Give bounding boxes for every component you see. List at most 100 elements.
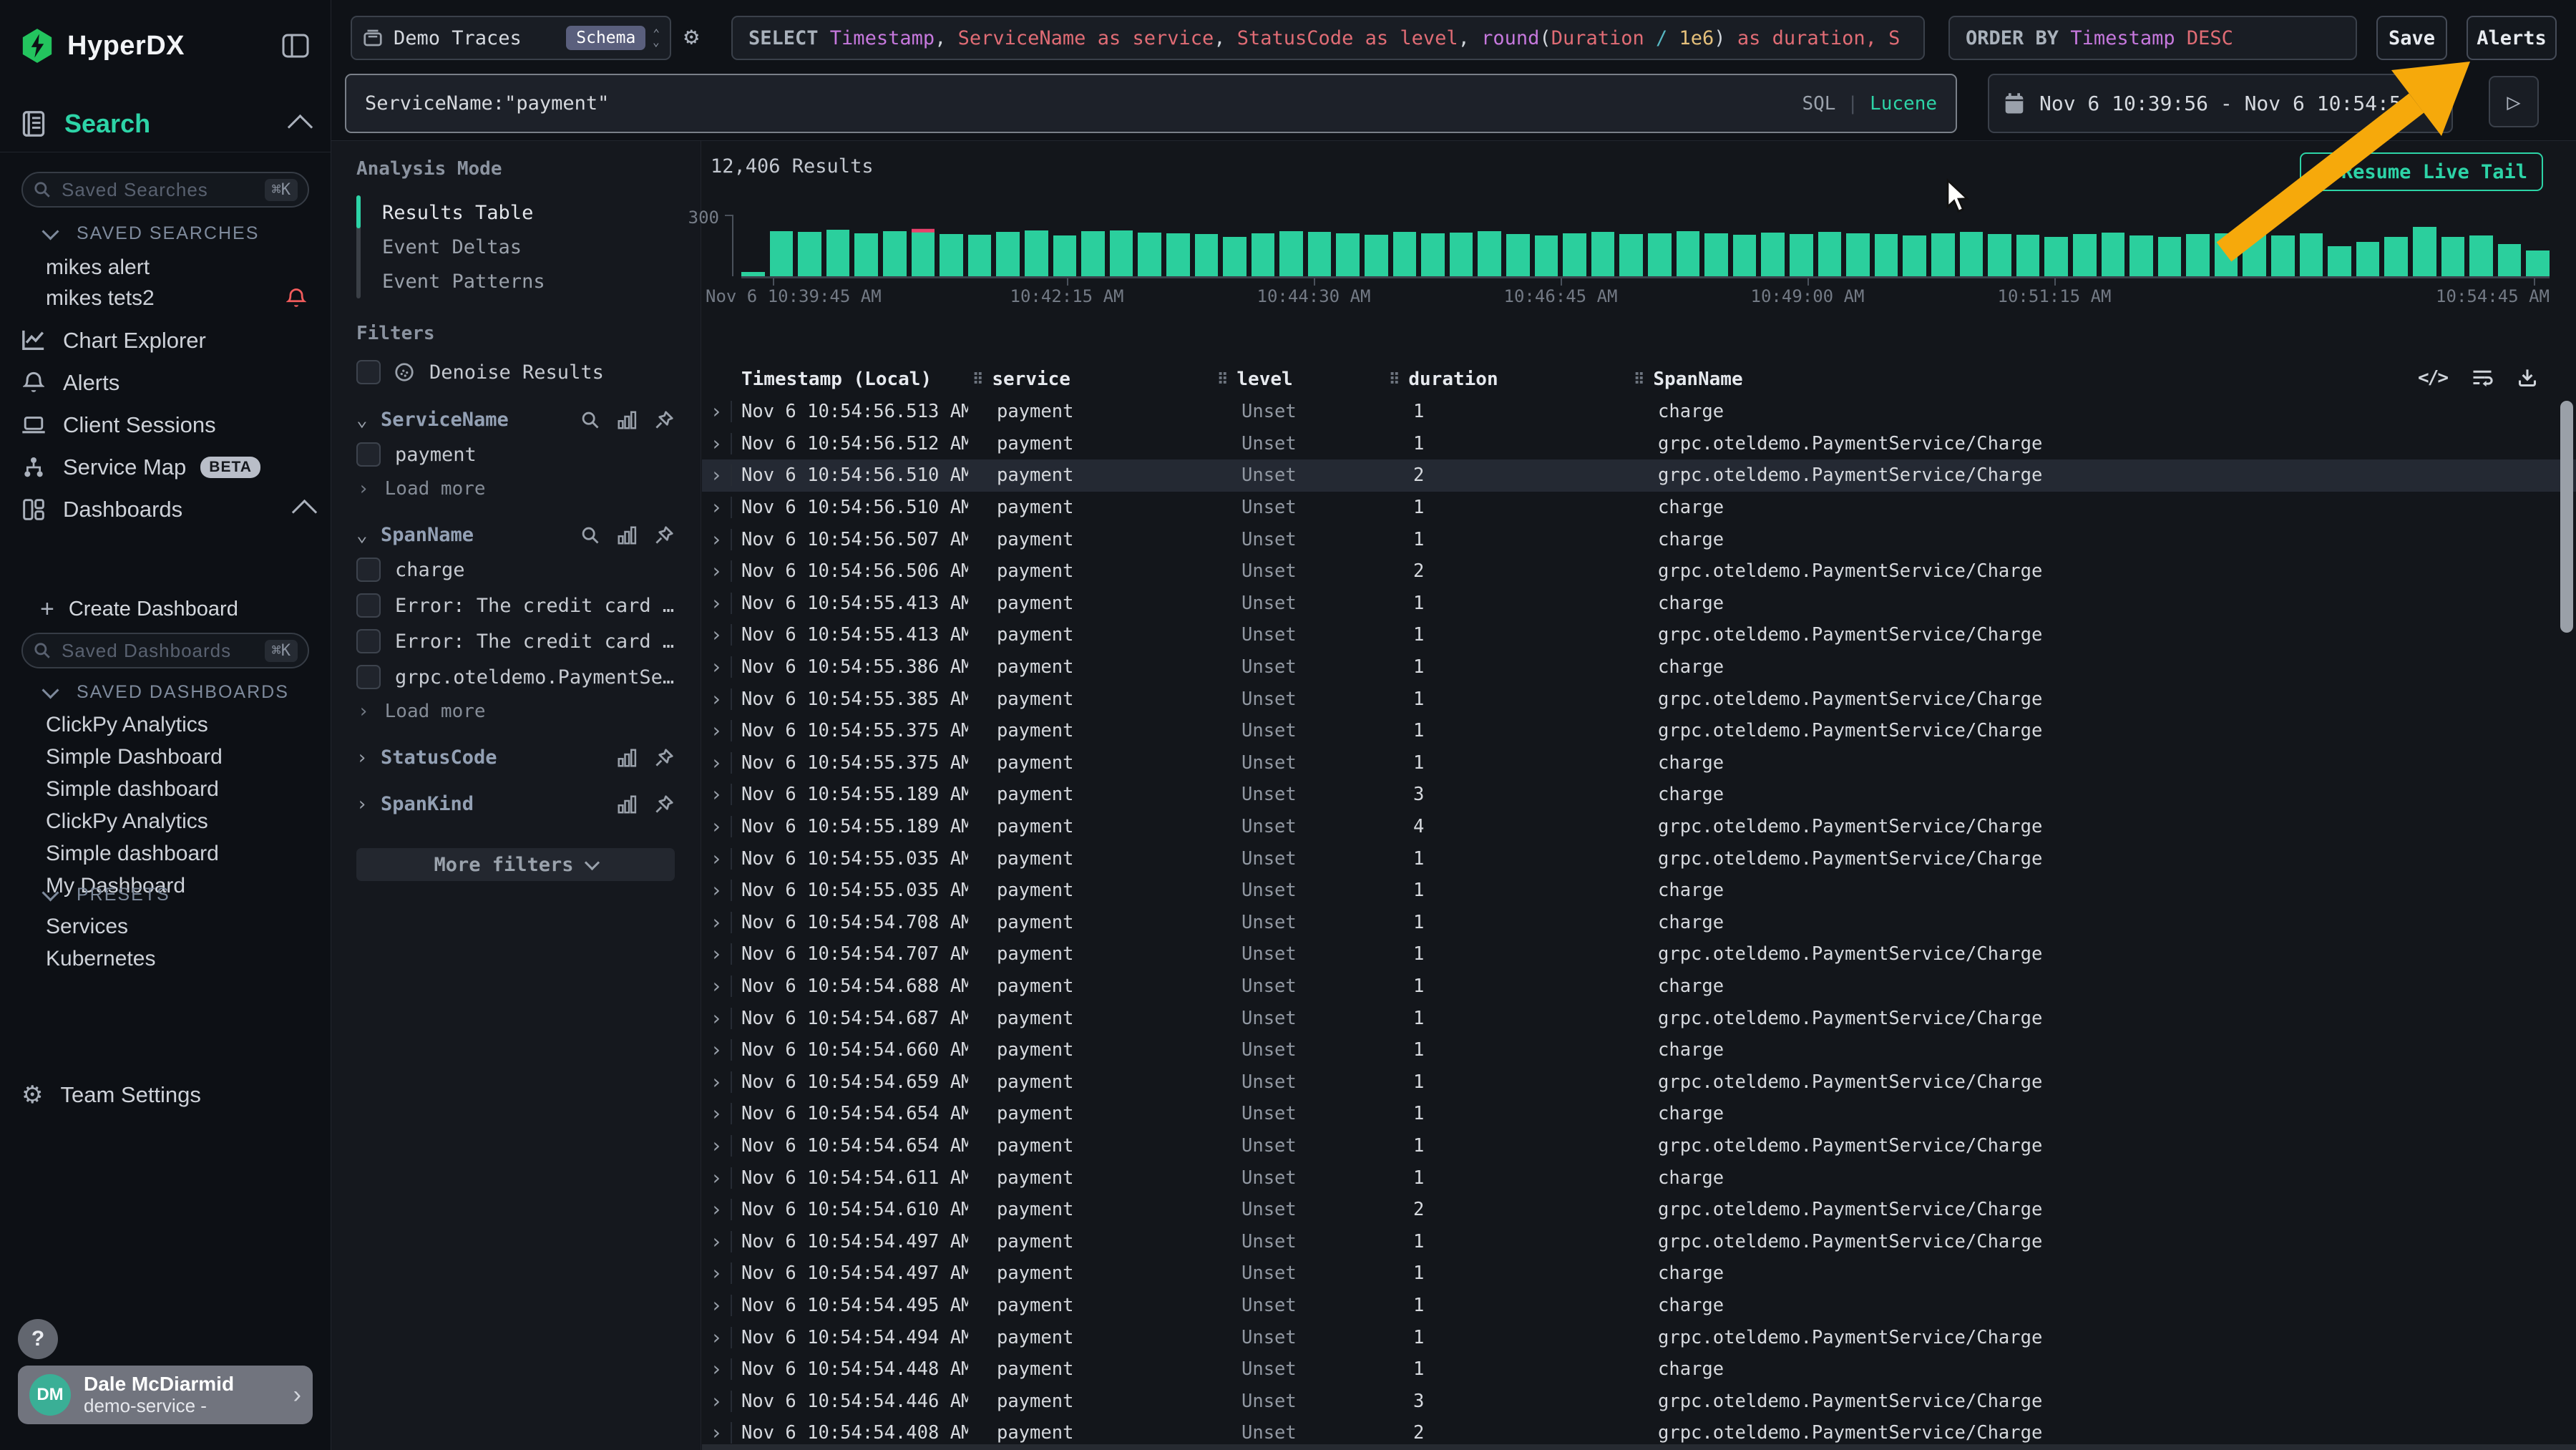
- table-row[interactable]: ›Nov 6 10:54:56.506 AMpaymentUnset2grpc.…: [702, 555, 2576, 588]
- preset-item[interactable]: Services: [46, 910, 316, 943]
- analysis-mode-event-patterns[interactable]: Event Patterns: [382, 264, 545, 298]
- histogram-bar[interactable]: [2129, 235, 2153, 276]
- search-query-input[interactable]: ServiceName:"payment" SQL | Lucene: [345, 74, 1957, 133]
- table-row[interactable]: ›Nov 6 10:54:55.386 AMpaymentUnset1charg…: [702, 651, 2576, 683]
- histogram-bar[interactable]: [2498, 244, 2522, 276]
- row-expand-chevron[interactable]: ›: [702, 464, 732, 486]
- date-range-picker[interactable]: Nov 6 10:39:56 - Nov 6 10:54:56: [1988, 74, 2453, 133]
- histogram-bar[interactable]: [1903, 235, 1926, 276]
- histogram-bar[interactable]: [912, 232, 935, 276]
- create-dashboard-button[interactable]: + Create Dashboard: [40, 595, 238, 623]
- checkbox[interactable]: [356, 558, 381, 582]
- checkbox[interactable]: [356, 593, 381, 618]
- histogram-bar[interactable]: [1704, 233, 1728, 276]
- row-expand-chevron[interactable]: ›: [702, 1071, 732, 1093]
- column-header-service[interactable]: ⠿service: [968, 369, 1213, 390]
- histogram-bar[interactable]: [2215, 233, 2238, 276]
- panel-toggle-icon[interactable]: [282, 34, 309, 58]
- analysis-mode-results-table[interactable]: Results Table: [382, 195, 545, 230]
- row-expand-chevron[interactable]: ›: [702, 1422, 732, 1444]
- filter-group-ServiceName[interactable]: ⌄ServiceName: [356, 409, 675, 431]
- saved-search-item[interactable]: mikes alert: [46, 252, 316, 283]
- histogram-bar[interactable]: [1081, 231, 1105, 276]
- histogram-bar[interactable]: [968, 235, 992, 276]
- denoise-results-toggle[interactable]: Denoise Results: [356, 360, 675, 384]
- histogram-bar[interactable]: [1846, 233, 1870, 276]
- histogram-bar[interactable]: [1195, 234, 1219, 276]
- histogram-bar[interactable]: [1138, 233, 1161, 276]
- histogram-bar[interactable]: [1308, 232, 1332, 276]
- row-expand-chevron[interactable]: ›: [702, 529, 732, 550]
- histogram-bar[interactable]: [2469, 235, 2493, 276]
- row-expand-chevron[interactable]: ›: [702, 1295, 732, 1316]
- row-expand-chevron[interactable]: ›: [702, 688, 732, 710]
- chevron-down-icon[interactable]: ⌄: [356, 409, 381, 431]
- histogram-bar[interactable]: [883, 231, 907, 276]
- histogram-bar[interactable]: [1053, 235, 1077, 276]
- histogram-bar[interactable]: [1393, 232, 1417, 276]
- row-expand-chevron[interactable]: ›: [702, 497, 732, 518]
- histogram-bar[interactable]: [2243, 235, 2266, 276]
- schema-badge[interactable]: Schema: [566, 26, 645, 50]
- histogram-bar[interactable]: [996, 232, 1020, 276]
- histogram-bar[interactable]: [1336, 233, 1360, 276]
- histogram-bar[interactable]: [2328, 246, 2351, 276]
- filter-group-StatusCode[interactable]: ›StatusCode: [356, 746, 675, 769]
- chevron-right-icon[interactable]: ›: [356, 747, 381, 769]
- row-expand-chevron[interactable]: ›: [702, 1231, 732, 1252]
- histogram-bar[interactable]: [1875, 234, 1898, 276]
- pin-icon[interactable]: [653, 747, 675, 769]
- histogram-bar[interactable]: [1563, 233, 1586, 276]
- table-row[interactable]: ›Nov 6 10:54:56.513 AMpaymentUnset1charg…: [702, 396, 2576, 428]
- checkbox[interactable]: [356, 665, 381, 689]
- row-expand-chevron[interactable]: ›: [702, 943, 732, 965]
- histogram-bar[interactable]: [1988, 234, 2011, 276]
- pin-icon[interactable]: [653, 409, 675, 431]
- sidebar-item-service-map[interactable]: Service MapBETA: [21, 446, 313, 488]
- table-row[interactable]: ›Nov 6 10:54:54.497 AMpaymentUnset1charg…: [702, 1257, 2576, 1290]
- histogram-bar[interactable]: [2044, 237, 2068, 276]
- sql-select-editor[interactable]: SELECT Timestamp, ServiceName as service…: [731, 16, 1925, 60]
- histogram-bar[interactable]: [2384, 237, 2408, 276]
- gear-icon[interactable]: ⚙: [684, 24, 698, 49]
- language-toggle-lucene[interactable]: Lucene: [1870, 93, 1937, 115]
- row-expand-chevron[interactable]: ›: [702, 1103, 732, 1124]
- histogram-bar[interactable]: [1818, 232, 1842, 276]
- filter-value-error-the-credit-card-[interactable]: Error: The credit card …: [356, 629, 675, 653]
- help-button[interactable]: ?: [18, 1319, 58, 1359]
- table-row[interactable]: ›Nov 6 10:54:55.413 AMpaymentUnset1grpc.…: [702, 619, 2576, 651]
- row-expand-chevron[interactable]: ›: [702, 720, 732, 741]
- drag-handle-icon[interactable]: ⠿: [1634, 371, 1644, 388]
- table-row[interactable]: ›Nov 6 10:54:56.512 AMpaymentUnset1grpc.…: [702, 428, 2576, 460]
- table-row[interactable]: ›Nov 6 10:54:54.446 AMpaymentUnset3grpc.…: [702, 1385, 2576, 1417]
- table-row[interactable]: ›Nov 6 10:54:56.510 AMpaymentUnset1charg…: [702, 492, 2576, 524]
- language-toggle-sql[interactable]: SQL: [1802, 93, 1835, 115]
- table-row[interactable]: ›Nov 6 10:54:55.189 AMpaymentUnset4grpc.…: [702, 811, 2576, 843]
- checkbox[interactable]: [356, 442, 381, 467]
- table-row[interactable]: ›Nov 6 10:54:54.687 AMpaymentUnset1grpc.…: [702, 1002, 2576, 1034]
- filter-value-grpc-oteldemo-paymentse-[interactable]: grpc.oteldemo.PaymentSe…: [356, 665, 675, 689]
- table-row[interactable]: ›Nov 6 10:54:54.448 AMpaymentUnset1charg…: [702, 1353, 2576, 1386]
- chevron-up-icon[interactable]: [288, 114, 313, 139]
- table-row[interactable]: ›Nov 6 10:54:55.035 AMpaymentUnset1grpc.…: [702, 842, 2576, 875]
- run-query-button[interactable]: ▷: [2489, 76, 2539, 127]
- bar-chart-icon[interactable]: [616, 794, 638, 814]
- bar-chart-icon[interactable]: [616, 410, 638, 430]
- filter-value-error-the-credit-card-[interactable]: Error: The credit card …: [356, 593, 675, 618]
- table-row[interactable]: ›Nov 6 10:54:54.494 AMpaymentUnset1grpc.…: [702, 1321, 2576, 1353]
- histogram-bar[interactable]: [1365, 235, 1388, 276]
- histogram-bar[interactable]: [1931, 233, 1955, 276]
- row-expand-chevron[interactable]: ›: [702, 752, 732, 774]
- histogram-bar[interactable]: [1535, 235, 1558, 276]
- column-header-duration[interactable]: ⠿duration: [1385, 369, 1629, 390]
- sidebar-item-team-settings[interactable]: ⚙ Team Settings: [21, 1082, 201, 1108]
- histogram-bar[interactable]: [2102, 233, 2125, 276]
- histogram-bar[interactable]: [1591, 232, 1615, 276]
- column-header-timestamp[interactable]: Timestamp (Local): [732, 369, 968, 390]
- row-expand-chevron[interactable]: ›: [702, 848, 732, 870]
- saved-dashboards-header[interactable]: SAVED DASHBOARDS: [44, 682, 289, 703]
- histogram-bar[interactable]: [1478, 231, 1501, 276]
- histogram-bar[interactable]: [2271, 235, 2295, 276]
- save-button[interactable]: Save: [2376, 16, 2447, 60]
- drag-handle-icon[interactable]: ⠿: [1389, 371, 1400, 388]
